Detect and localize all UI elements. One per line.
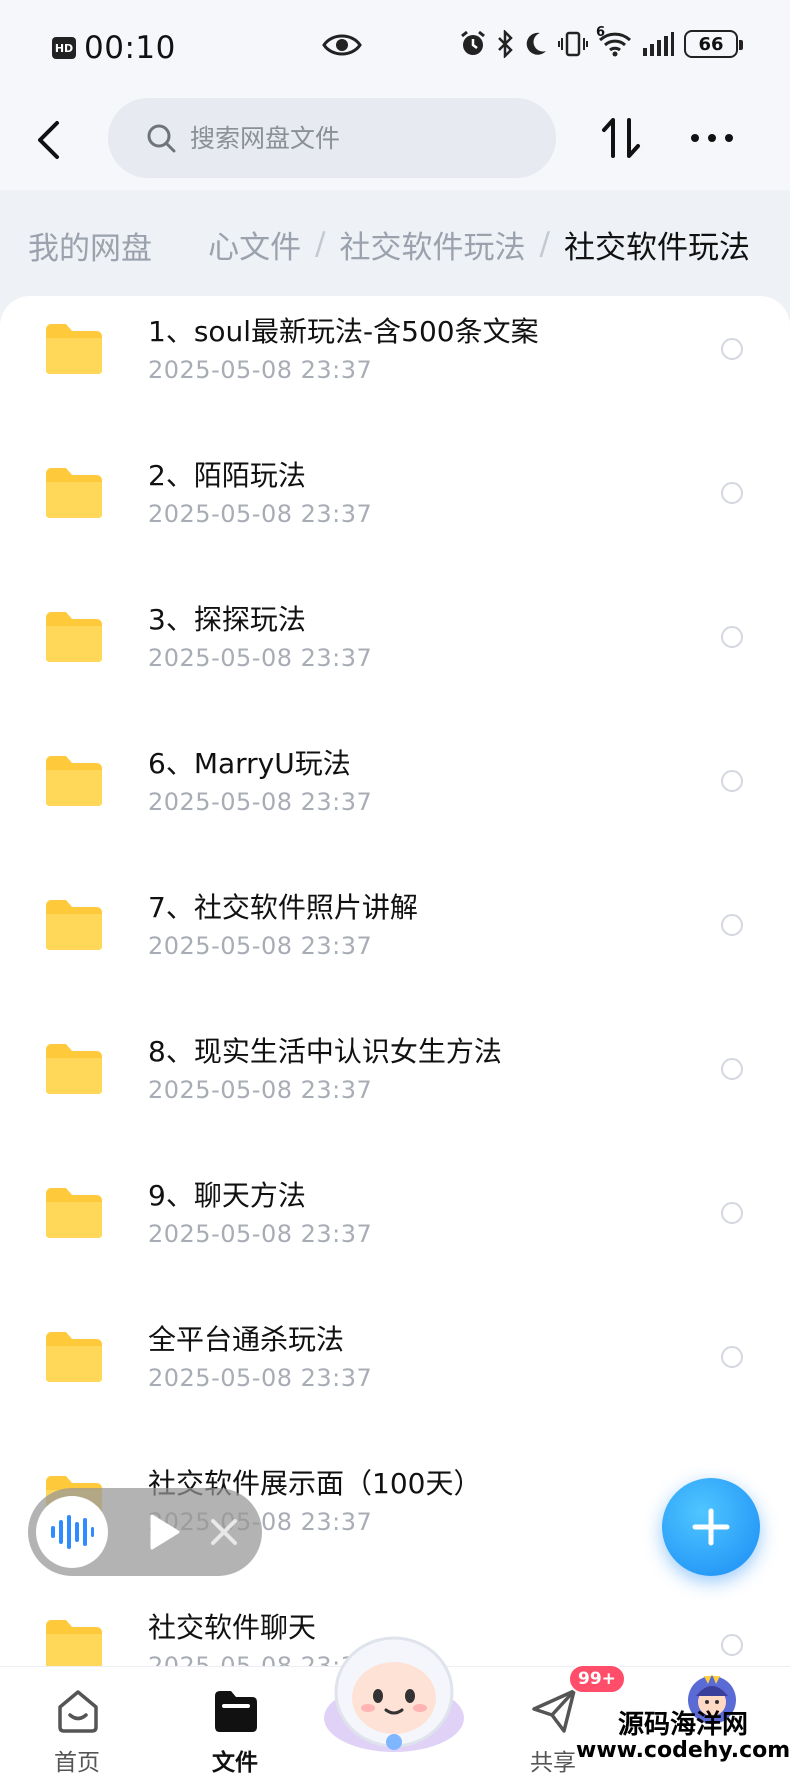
file-date: 2025-05-08 23:37 — [148, 1076, 373, 1104]
breadcrumb: 我的网盘 心文件 / 社交软件玩法 / 社交软件玩法 — [0, 196, 790, 292]
watermark: 源码海洋网 www.codehy.com — [576, 1710, 790, 1780]
select-radio[interactable] — [721, 626, 743, 648]
file-date: 2025-05-08 23:37 — [148, 1220, 373, 1248]
watermark-url: www.codehy.com — [576, 1738, 790, 1764]
file-name: 9、聊天方法 — [148, 1179, 306, 1212]
select-radio[interactable] — [721, 338, 743, 360]
select-radio[interactable] — [721, 1634, 743, 1656]
breadcrumb-item[interactable]: 社交软件玩法 — [340, 222, 526, 267]
file-name: 社交软件聊天 — [148, 1611, 317, 1644]
more-icon — [691, 134, 733, 142]
folder-icon — [46, 1620, 102, 1666]
file-row[interactable]: 2、陌陌玩法 2025-05-08 23:37 — [0, 440, 790, 584]
network-type: 6 — [596, 25, 606, 40]
file-name: 1、soul最新玩法-含500条文案 — [148, 315, 539, 348]
file-row[interactable]: 9、聊天方法 2025-05-08 23:37 — [0, 1160, 790, 1304]
select-radio[interactable] — [721, 770, 743, 792]
breadcrumb-current: 社交软件玩法 — [564, 229, 750, 266]
search-box[interactable] — [108, 98, 556, 178]
plus-icon — [692, 1508, 730, 1546]
hd-badge: HD — [52, 37, 76, 59]
file-date: 2025-05-08 23:37 — [148, 932, 373, 960]
status-right: 6 66 — [460, 25, 743, 58]
file-row[interactable]: 全平台通杀玩法 2025-05-08 23:37 — [0, 1304, 790, 1448]
nav-home-label: 首页 — [54, 1750, 100, 1776]
play-icon[interactable] — [144, 1512, 184, 1552]
file-name: 2、陌陌玩法 — [148, 459, 306, 492]
breadcrumb-separator: / — [539, 226, 550, 262]
folder-icon — [46, 1188, 102, 1238]
status-bar: HD 00:10 6 66 — [0, 0, 790, 90]
home-icon — [58, 1690, 98, 1733]
mascot-astronaut[interactable] — [316, 1622, 472, 1754]
status-time: 00:10 — [84, 30, 176, 66]
folder-icon — [46, 612, 102, 662]
file-name: 8、现实生活中认识女生方法 — [148, 1035, 502, 1068]
nav-files[interactable]: 文件 — [190, 1681, 280, 1777]
sort-icon — [602, 118, 640, 158]
folder-icon — [46, 900, 102, 950]
back-button[interactable] — [28, 112, 68, 168]
select-radio[interactable] — [721, 914, 743, 936]
audio-player[interactable] — [28, 1488, 262, 1576]
status-left: HD 00:10 — [52, 30, 176, 66]
battery-indicator: 66 — [684, 30, 743, 58]
select-radio[interactable] — [721, 482, 743, 504]
breadcrumb-separator: / — [315, 226, 326, 262]
file-row[interactable]: 7、社交软件照片讲解 2025-05-08 23:37 — [0, 872, 790, 1016]
file-list: 1、soul最新玩法-含500条文案 2025-05-08 23:37 2、陌陌… — [0, 296, 790, 1666]
folder-icon — [46, 468, 102, 518]
file-row[interactable]: 6、MarryU玩法 2025-05-08 23:37 — [0, 728, 790, 872]
paper-plane-icon — [532, 1689, 576, 1733]
vibrate-icon — [558, 31, 588, 57]
folder-icon — [46, 1332, 102, 1382]
alarm-icon — [461, 30, 485, 55]
folder-icon — [215, 1691, 257, 1732]
file-name: 全平台通杀玩法 — [148, 1323, 345, 1356]
folder-icon — [46, 324, 102, 374]
eye-icon — [322, 34, 362, 56]
file-date: 2025-05-08 23:37 — [148, 356, 373, 384]
bluetooth-icon — [498, 30, 513, 58]
more-button[interactable] — [684, 110, 740, 166]
search-input[interactable] — [190, 123, 530, 153]
file-row[interactable]: 1、soul最新玩法-含500条文案 2025-05-08 23:37 — [0, 296, 790, 440]
signal-icon — [643, 32, 674, 56]
search-icon — [147, 124, 176, 153]
sort-button[interactable] — [596, 110, 646, 166]
nav-home[interactable]: 首页 — [32, 1681, 122, 1777]
top-nav — [0, 90, 790, 190]
close-icon[interactable] — [206, 1514, 242, 1550]
file-name: 3、探探玩法 — [148, 603, 306, 636]
audio-wave-icon — [51, 1515, 94, 1549]
select-radio[interactable] — [721, 1346, 743, 1368]
moon-icon — [526, 32, 546, 55]
file-date: 2025-05-08 23:37 — [148, 500, 373, 528]
share-badge: 99+ — [568, 1664, 626, 1694]
file-date: 2025-05-08 23:37 — [148, 644, 373, 672]
file-row[interactable]: 8、现实生活中认识女生方法 2025-05-08 23:37 — [0, 1016, 790, 1160]
folder-icon — [46, 1044, 102, 1094]
nav-files-label: 文件 — [212, 1750, 258, 1776]
file-row[interactable]: 3、探探玩法 2025-05-08 23:37 — [0, 584, 790, 728]
breadcrumb-item[interactable]: 心文件 — [208, 222, 301, 267]
add-button[interactable] — [662, 1478, 760, 1576]
file-name: 7、社交软件照片讲解 — [148, 891, 418, 924]
watermark-name: 源码海洋网 — [617, 1710, 748, 1740]
select-radio[interactable] — [721, 1202, 743, 1224]
breadcrumb-path: 心文件 / 社交软件玩法 / 社交软件玩法 — [208, 196, 750, 292]
folder-icon — [46, 756, 102, 806]
file-date: 2025-05-08 23:37 — [148, 1364, 373, 1392]
breadcrumb-root[interactable]: 我的网盘 — [18, 220, 162, 270]
chevron-left-icon — [38, 121, 59, 159]
file-date: 2025-05-08 23:37 — [148, 788, 373, 816]
audio-wave-button[interactable] — [36, 1496, 108, 1568]
select-radio[interactable] — [721, 1058, 743, 1080]
file-name: 6、MarryU玩法 — [148, 747, 351, 780]
